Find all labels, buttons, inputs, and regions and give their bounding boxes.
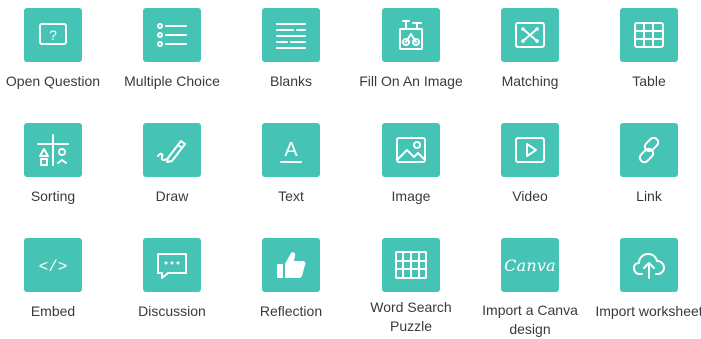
- word-search-icon-box: [382, 238, 440, 292]
- grid-icon: [395, 251, 427, 279]
- canva-icon-box: Canva: [501, 238, 559, 292]
- tile-import-worksheet[interactable]: Import worksheet: [593, 238, 701, 321]
- matching-icon-box: [501, 8, 559, 62]
- tile-image[interactable]: Image: [355, 123, 467, 206]
- tile-label: Matching: [501, 73, 559, 89]
- canva-logo-icon: Canva: [504, 255, 556, 275]
- table-icon: [634, 22, 664, 48]
- picture-icon: [396, 137, 426, 163]
- text-lines-icon: [276, 23, 306, 49]
- tile-word-search-puzzle[interactable]: Word Search Puzzle: [355, 238, 467, 336]
- svg-text:A: A: [284, 139, 298, 161]
- discussion-icon-box: [143, 238, 201, 292]
- sorting-icon: [37, 134, 69, 166]
- tile-label: Fill On An Image: [359, 73, 463, 89]
- tile-discussion[interactable]: Discussion: [116, 238, 228, 321]
- pencil-icon: [157, 140, 186, 163]
- question-box-icon: ?: [39, 23, 67, 45]
- tile-table[interactable]: Table: [593, 8, 701, 91]
- tile-label: Table: [632, 73, 666, 89]
- tile-fill-on-an-image[interactable]: Fill On An Image: [355, 8, 467, 91]
- import-worksheet-icon-box: [620, 238, 678, 292]
- bike-image-icon: [399, 20, 423, 50]
- tile-blanks[interactable]: Blanks: [235, 8, 347, 91]
- draw-icon-box: [143, 123, 201, 177]
- embed-icon-box: </>: [24, 238, 82, 292]
- fill-on-image-icon-box: [382, 8, 440, 62]
- tile-label: Open Question: [5, 73, 101, 89]
- code-icon: </>: [39, 258, 68, 276]
- image-icon-box: [382, 123, 440, 177]
- multiple-choice-icon-box: [143, 8, 201, 62]
- tile-label: Reflection: [259, 303, 323, 319]
- tile-label: Import a Canva design: [482, 302, 578, 337]
- tile-label: Image: [391, 188, 431, 204]
- cloud-upload-icon: [633, 253, 665, 279]
- tile-label: Text: [278, 188, 304, 204]
- tile-label: Import worksheet: [595, 303, 701, 319]
- tile-label: Sorting: [30, 188, 76, 204]
- tile-label: Embed: [30, 303, 76, 319]
- text-a-icon: A: [280, 139, 302, 163]
- link-icon-box: [620, 123, 678, 177]
- tile-reflection[interactable]: Reflection: [235, 238, 347, 321]
- tile-embed[interactable]: </> Embed: [0, 238, 109, 321]
- tile-open-question[interactable]: ? Open Question: [0, 8, 109, 91]
- tile-video[interactable]: Video: [474, 123, 586, 206]
- reflection-icon-box: [262, 238, 320, 292]
- tile-text[interactable]: A Text: [235, 123, 347, 206]
- tile-sorting[interactable]: Sorting: [0, 123, 109, 206]
- svg-text:</>: </>: [39, 258, 68, 276]
- chat-bubble-icon: [157, 253, 187, 279]
- tile-draw[interactable]: Draw: [116, 123, 228, 206]
- list-icon: [157, 23, 187, 47]
- sorting-icon-box: [24, 123, 82, 177]
- tile-label: Draw: [155, 188, 189, 204]
- chain-link-icon: [638, 136, 660, 164]
- open-question-icon-box: ?: [24, 8, 82, 62]
- tile-label: Multiple Choice: [124, 73, 220, 89]
- tile-link[interactable]: Link: [593, 123, 701, 206]
- tile-label: Word Search Puzzle: [370, 299, 452, 334]
- blanks-icon-box: [262, 8, 320, 62]
- svg-text:?: ?: [49, 27, 57, 43]
- matching-icon: [515, 22, 545, 48]
- thumbs-up-icon: [277, 252, 306, 278]
- tile-multiple-choice[interactable]: Multiple Choice: [116, 8, 228, 91]
- tile-label: Video: [512, 188, 548, 204]
- play-icon: [515, 137, 545, 163]
- tile-import-canva-design[interactable]: Canva Import a Canva design: [474, 238, 586, 339]
- tile-label: Link: [636, 188, 662, 204]
- tile-label: Discussion: [138, 303, 206, 319]
- text-icon-box: A: [262, 123, 320, 177]
- video-icon-box: [501, 123, 559, 177]
- tile-matching[interactable]: Matching: [474, 8, 586, 91]
- tile-label: Blanks: [269, 73, 313, 89]
- table-icon-box: [620, 8, 678, 62]
